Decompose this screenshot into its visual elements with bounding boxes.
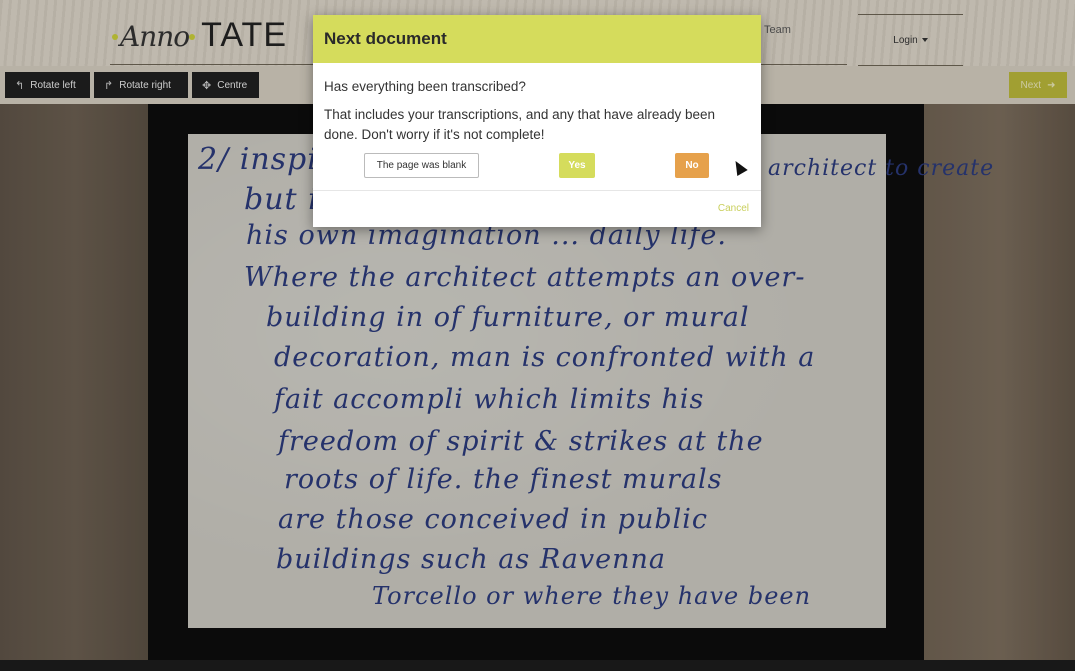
modal-explanation: That includes your transcriptions, and a… [324,107,715,142]
modal-question: Has everything been transcribed? [324,79,526,94]
next-document-modal: Next document Has everything been transc… [313,15,761,227]
modal-divider [313,190,761,191]
modal-header: Next document [313,15,761,63]
yes-button[interactable]: Yes [559,153,595,178]
page-blank-button[interactable]: The page was blank [364,153,479,178]
modal-body: Has everything been transcribed? That in… [313,63,761,145]
cancel-link[interactable]: Cancel [718,203,749,214]
modal-title: Next document [324,29,447,48]
no-button[interactable]: No [675,153,709,178]
modal-actions: The page was blank Yes No [313,153,761,181]
